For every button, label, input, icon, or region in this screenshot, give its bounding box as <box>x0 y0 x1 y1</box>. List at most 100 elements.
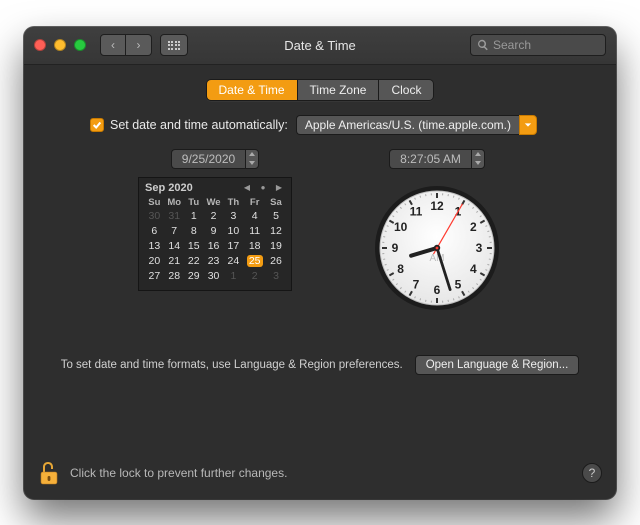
tabs: Date & Time Time Zone Clock <box>24 65 616 111</box>
calendar-day[interactable]: 28 <box>164 269 185 284</box>
calendar-day[interactable]: 1 <box>185 209 203 224</box>
calendar-day[interactable]: 21 <box>164 254 185 269</box>
titlebar: ‹ › Date & Time Search <box>24 27 616 65</box>
calendar-dow: Fr <box>242 196 267 209</box>
calendar-dow: We <box>203 196 225 209</box>
calendar-day[interactable]: 15 <box>185 239 203 254</box>
show-all-button[interactable] <box>160 34 188 56</box>
auto-checkbox[interactable] <box>90 118 104 132</box>
calendar-day[interactable]: 26 <box>267 254 285 269</box>
calendar-day[interactable]: 13 <box>145 239 164 254</box>
calendar-day[interactable]: 1 <box>224 269 242 284</box>
lock-icon[interactable] <box>38 460 60 486</box>
calendar-day[interactable]: 11 <box>242 224 267 239</box>
calendar-day[interactable]: 24 <box>224 254 242 269</box>
auto-datetime-row: Set date and time automatically: Apple A… <box>90 115 580 135</box>
calendar-day[interactable]: 19 <box>267 239 285 254</box>
calendar-dow: Sa <box>267 196 285 209</box>
calendar-today-button[interactable]: ● <box>257 182 269 194</box>
date-field[interactable]: 9/25/2020 <box>171 149 259 169</box>
help-button[interactable]: ? <box>582 463 602 483</box>
tab-clock[interactable]: Clock <box>378 80 433 100</box>
calendar-day[interactable]: 7 <box>164 224 185 239</box>
svg-text:8: 8 <box>397 262 404 276</box>
calendar-day[interactable]: 14 <box>164 239 185 254</box>
minimize-button[interactable] <box>54 39 66 51</box>
format-hint-text: To set date and time formats, use Langua… <box>61 359 403 371</box>
calendar-next-button[interactable]: ▶ <box>273 182 285 194</box>
mid-section: 9/25/2020 Sep 2020 ◀ ● ▶ <box>60 149 580 313</box>
grid-icon <box>168 41 181 50</box>
calendar-grid: SuMoTuWeThFrSa 3031123456789101112131415… <box>145 196 285 284</box>
close-button[interactable] <box>34 39 46 51</box>
svg-text:2: 2 <box>470 220 477 234</box>
calendar-dow: Tu <box>185 196 203 209</box>
stepper-up-icon <box>246 150 258 159</box>
calendar-day[interactable]: 30 <box>145 209 164 224</box>
calendar-day[interactable]: 23 <box>203 254 225 269</box>
zoom-button[interactable] <box>74 39 86 51</box>
svg-text:6: 6 <box>434 283 441 297</box>
svg-text:4: 4 <box>470 262 477 276</box>
calendar-day[interactable]: 8 <box>185 224 203 239</box>
time-stepper[interactable] <box>471 149 485 169</box>
open-language-region-button[interactable]: Open Language & Region... <box>415 355 580 375</box>
calendar-day[interactable]: 16 <box>203 239 225 254</box>
search-placeholder: Search <box>493 38 531 52</box>
calendar-day[interactable]: 3 <box>224 209 242 224</box>
calendar-day[interactable]: 27 <box>145 269 164 284</box>
calendar-day[interactable]: 25 <box>242 254 267 269</box>
svg-text:9: 9 <box>392 241 399 255</box>
calendar-dow: Su <box>145 196 164 209</box>
calendar[interactable]: Sep 2020 ◀ ● ▶ SuMoTuWeThFrSa 3031123456… <box>138 177 292 291</box>
calendar-day[interactable]: 20 <box>145 254 164 269</box>
calendar-day[interactable]: 2 <box>242 269 267 284</box>
svg-text:12: 12 <box>430 199 444 213</box>
stepper-down-icon <box>246 159 258 168</box>
time-server-dropdown[interactable]: Apple Americas/U.S. (time.apple.com.) <box>296 115 537 135</box>
calendar-day[interactable]: 29 <box>185 269 203 284</box>
calendar-day[interactable]: 31 <box>164 209 185 224</box>
stepper-up-icon <box>472 150 484 159</box>
calendar-day[interactable]: 10 <box>224 224 242 239</box>
check-icon <box>92 120 102 130</box>
search-icon <box>477 39 489 51</box>
time-server-value: Apple Americas/U.S. (time.apple.com.) <box>296 115 519 135</box>
calendar-day[interactable]: 17 <box>224 239 242 254</box>
auto-label: Set date and time automatically: <box>110 118 288 132</box>
svg-text:3: 3 <box>476 241 483 255</box>
dropdown-arrow <box>519 115 537 135</box>
chevron-left-icon: ‹ <box>111 38 115 52</box>
format-hint-row: To set date and time formats, use Langua… <box>60 355 580 375</box>
svg-text:5: 5 <box>455 277 462 291</box>
traffic-lights <box>34 39 86 51</box>
time-field[interactable]: 8:27:05 AM <box>389 149 485 169</box>
calendar-day[interactable]: 6 <box>145 224 164 239</box>
calendar-day[interactable]: 30 <box>203 269 225 284</box>
calendar-day[interactable]: 12 <box>267 224 285 239</box>
svg-text:7: 7 <box>413 277 420 291</box>
date-value: 9/25/2020 <box>171 149 245 169</box>
calendar-day[interactable]: 3 <box>267 269 285 284</box>
calendar-day[interactable]: 4 <box>242 209 267 224</box>
calendar-day[interactable]: 5 <box>267 209 285 224</box>
forward-button[interactable]: › <box>126 34 152 56</box>
stepper-down-icon <box>472 159 484 168</box>
search-input[interactable]: Search <box>470 34 606 56</box>
calendar-day[interactable]: 18 <box>242 239 267 254</box>
tab-date-time[interactable]: Date & Time <box>207 80 297 100</box>
calendar-nav: ◀ ● ▶ <box>241 182 285 194</box>
date-column: 9/25/2020 Sep 2020 ◀ ● ▶ <box>138 149 292 313</box>
svg-text:11: 11 <box>410 204 423 218</box>
calendar-day[interactable]: 9 <box>203 224 225 239</box>
nav-back-forward: ‹ › <box>100 34 152 56</box>
calendar-day[interactable]: 2 <box>203 209 225 224</box>
time-value: 8:27:05 AM <box>389 149 471 169</box>
calendar-prev-button[interactable]: ◀ <box>241 182 253 194</box>
calendar-day[interactable]: 22 <box>185 254 203 269</box>
calendar-month-label: Sep 2020 <box>145 182 193 194</box>
tab-time-zone[interactable]: Time Zone <box>297 80 379 100</box>
preferences-window: ‹ › Date & Time Search Date & Time Time … <box>24 27 616 499</box>
back-button[interactable]: ‹ <box>100 34 126 56</box>
date-stepper[interactable] <box>245 149 259 169</box>
